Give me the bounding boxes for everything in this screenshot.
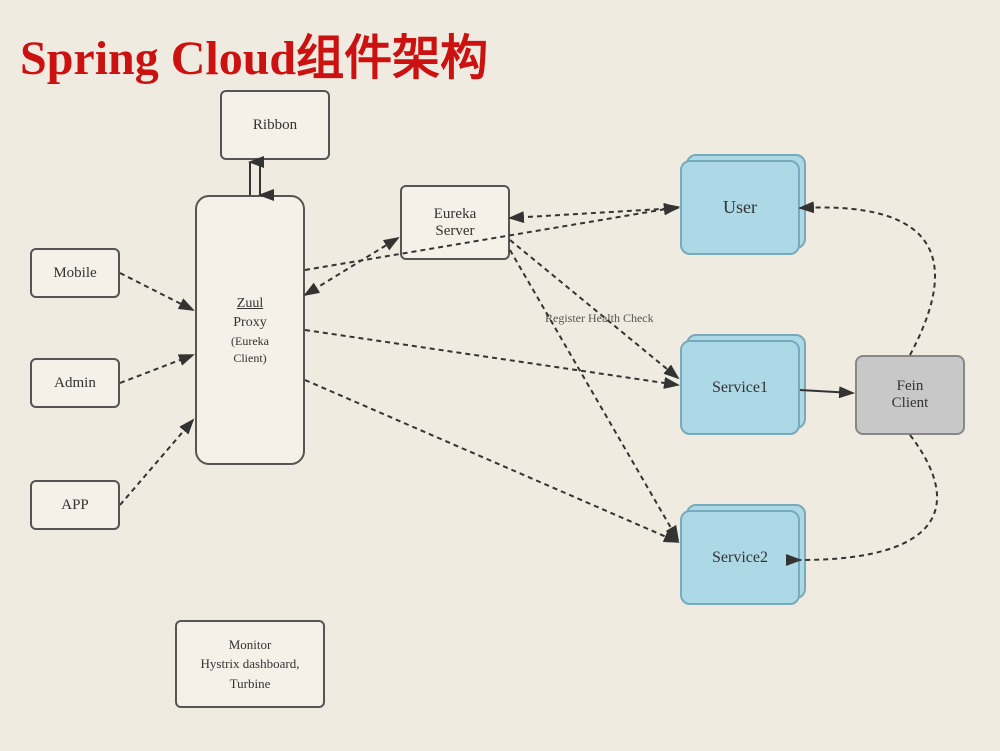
diagram-arrows — [0, 0, 1000, 751]
mobile-to-zuul-arrow — [120, 273, 193, 310]
admin-label: Admin — [54, 375, 96, 392]
eureka-to-user-arrow — [510, 208, 678, 218]
service1-to-fein-arrow — [800, 390, 853, 393]
zuul-label: Zuul Proxy (Eureka Client) — [231, 294, 269, 367]
ribbon-node: Ribbon — [220, 90, 330, 160]
user-label: User — [723, 197, 757, 218]
fein-node: FeinClient — [855, 355, 965, 435]
admin-node: Admin — [30, 358, 120, 408]
eureka-node: EurekaServer — [400, 185, 510, 260]
register-health-label: Register Health Check — [545, 310, 654, 327]
app-label: APP — [61, 497, 89, 514]
app-to-zuul-arrow — [120, 420, 193, 505]
monitor-node: MonitorHystrix dashboard,Turbine — [175, 620, 325, 708]
monitor-label: MonitorHystrix dashboard,Turbine — [201, 635, 300, 694]
service1-label: Service1 — [712, 379, 768, 397]
eureka-label: EurekaServer — [434, 206, 476, 240]
user-front: User — [680, 160, 800, 255]
fein-to-service2-arc — [800, 435, 937, 560]
page-title: Spring Cloud组件架构 — [20, 18, 488, 88]
eureka-to-service2-arrow — [510, 250, 678, 540]
app-node: APP — [30, 480, 120, 530]
fein-label: FeinClient — [892, 378, 929, 412]
mobile-label: Mobile — [53, 265, 96, 282]
ribbon-label: Ribbon — [253, 117, 297, 134]
zuul-to-service2-arrow — [305, 380, 678, 542]
eureka-to-service1-arrow — [510, 240, 678, 378]
service1-front: Service1 — [680, 340, 800, 435]
admin-to-zuul-arrow — [120, 355, 193, 383]
service2-front: Service2 — [680, 510, 800, 605]
zuul-to-service1-arrow — [305, 330, 678, 385]
fein-to-user-arc — [800, 207, 935, 355]
zuul-to-eureka-arrow — [305, 238, 398, 295]
service2-label: Service2 — [712, 549, 768, 567]
zuul-node: Zuul Proxy (Eureka Client) — [195, 195, 305, 465]
mobile-node: Mobile — [30, 248, 120, 298]
